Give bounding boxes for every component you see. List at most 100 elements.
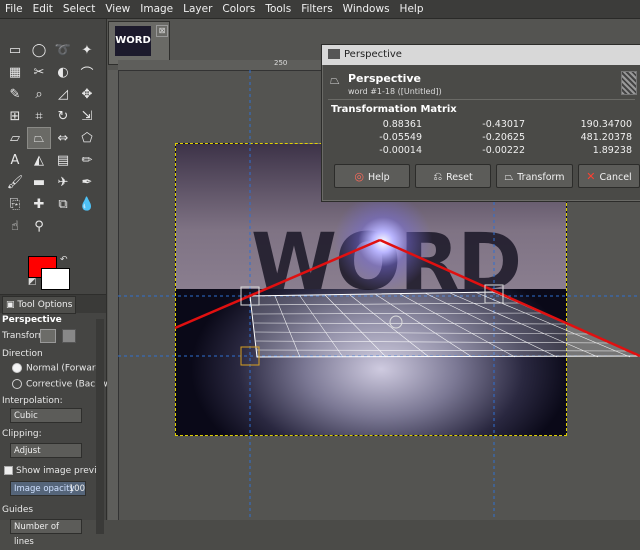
ellipse-select-icon[interactable]: ◯: [27, 39, 51, 61]
image-opacity-slider[interactable]: Image opacity 100: [10, 481, 86, 496]
rect-select-icon[interactable]: ▭: [3, 39, 27, 61]
text-icon[interactable]: A: [3, 149, 27, 171]
dialog-subheading: word #1-18 ([Untitled]): [348, 87, 442, 96]
cancel-icon: ✕: [586, 170, 596, 183]
menu-colors[interactable]: Colors: [217, 0, 260, 18]
show-preview-checkbox[interactable]: Show image previe: [4, 466, 102, 476]
dodge-burn-icon[interactable]: ⚲: [27, 215, 51, 237]
move-icon[interactable]: ✥: [75, 83, 99, 105]
matrix-cell: 190.34700: [580, 119, 632, 130]
reset-button[interactable]: ⎌ Reset: [415, 164, 491, 188]
swap-colors-icon[interactable]: ↶: [60, 255, 68, 265]
interpolation-label: Interpolation:: [2, 396, 63, 406]
gradient-icon[interactable]: ▤: [51, 149, 75, 171]
transform-layer-icon[interactable]: [40, 329, 56, 343]
ruler-mark: 250: [274, 59, 288, 67]
matrix-cell: 481.20378: [580, 132, 632, 143]
image-thumbnail: WORD: [115, 26, 151, 56]
matrix-cell: -0.00014: [379, 145, 422, 156]
clone-icon[interactable]: ⎘: [3, 193, 27, 215]
shear-icon[interactable]: ▱: [3, 127, 27, 149]
help-lifebuoy-icon: ◎: [354, 170, 364, 183]
image-tab[interactable]: WORD ⊠: [108, 21, 170, 65]
fuzzy-select-icon[interactable]: ✦: [75, 39, 99, 61]
matrix-cell: 0.88361: [382, 119, 422, 130]
menu-tools[interactable]: Tools: [260, 0, 296, 18]
default-colors-icon[interactable]: ◩: [28, 277, 37, 287]
scale-icon[interactable]: ⇲: [75, 105, 99, 127]
dialog-app-icon: [328, 49, 340, 59]
align-icon[interactable]: ⊞: [3, 105, 27, 127]
menu-bar: File Edit Select View Image Layer Colors…: [0, 0, 640, 19]
reset-icon: ⎌: [433, 170, 443, 183]
perspective-tool-icon: ⏢: [330, 73, 340, 87]
menu-help[interactable]: Help: [395, 0, 429, 18]
guides-label: Guides: [2, 505, 34, 515]
vertical-ruler[interactable]: [108, 70, 119, 520]
menu-layer[interactable]: Layer: [178, 0, 217, 18]
tool-options-tabs: ▣ Tool Options: [0, 294, 106, 314]
image-preview-icon: [621, 71, 637, 95]
cancel-button[interactable]: ✕ Cancel: [578, 164, 640, 188]
matrix-title: Transformation Matrix: [331, 104, 457, 115]
paths-icon[interactable]: ⌒: [75, 61, 99, 83]
matrix-cell: -0.43017: [482, 119, 525, 130]
perspective-icon: ⏢: [504, 170, 514, 183]
clipping-select[interactable]: Adjust: [10, 443, 82, 458]
menu-windows[interactable]: Windows: [338, 0, 395, 18]
help-button[interactable]: ◎ Help: [334, 164, 410, 188]
clipping-label: Clipping:: [2, 429, 42, 439]
eraser-icon[interactable]: ▬: [27, 171, 51, 193]
cage-icon[interactable]: ⬠: [75, 127, 99, 149]
perspective-icon[interactable]: ⏢: [27, 127, 51, 149]
perspective-clone-icon[interactable]: ⧉: [51, 193, 75, 215]
menu-edit[interactable]: Edit: [28, 0, 58, 18]
direction-corrective-radio[interactable]: Corrective (Backw: [12, 379, 108, 390]
flip-icon[interactable]: ⇔: [51, 127, 75, 149]
zoom-icon[interactable]: ⌕: [27, 83, 51, 105]
free-select-icon[interactable]: ➰: [51, 39, 75, 61]
tab-tool-options[interactable]: ▣ Tool Options: [2, 296, 77, 314]
tool-options-scrollbar[interactable]: [96, 319, 104, 534]
menu-view[interactable]: View: [100, 0, 135, 18]
scissors-icon[interactable]: ✂: [27, 61, 51, 83]
menu-file[interactable]: File: [0, 0, 28, 18]
matrix-cell: 1.89238: [592, 145, 632, 156]
direction-normal-radio[interactable]: Normal (Forward: [12, 363, 101, 374]
dialog-titlebar[interactable]: Perspective: [322, 45, 640, 65]
matrix-cell: -0.05549: [379, 132, 422, 143]
menu-select[interactable]: Select: [58, 0, 100, 18]
color-picker-icon[interactable]: ✎: [3, 83, 27, 105]
paintbrush-icon[interactable]: 🖌: [3, 171, 27, 193]
matrix-cell: -0.00222: [482, 145, 525, 156]
tool-options-icon: ▣: [6, 300, 18, 310]
airbrush-icon[interactable]: ✈: [51, 171, 75, 193]
image-floor: [176, 289, 566, 435]
close-tab-icon[interactable]: ⊠: [156, 25, 168, 37]
color-select-icon[interactable]: ▦: [3, 61, 27, 83]
interpolation-select[interactable]: Cubic: [10, 408, 82, 423]
tool-name-label: Perspective: [2, 315, 62, 325]
measure-icon[interactable]: ◿: [51, 83, 75, 105]
guides-select[interactable]: Number of lines: [10, 519, 82, 547]
heal-icon[interactable]: ✚: [27, 193, 51, 215]
menu-filters[interactable]: Filters: [296, 0, 337, 18]
crop-icon[interactable]: ⌗: [27, 105, 51, 127]
transform-selection-icon[interactable]: [62, 329, 76, 343]
menu-image[interactable]: Image: [135, 0, 178, 18]
background-color-swatch[interactable]: [41, 268, 70, 290]
ink-icon[interactable]: ✒: [75, 171, 99, 193]
smudge-icon[interactable]: ☝: [3, 215, 27, 237]
radio-on-icon: [12, 363, 22, 373]
lens-flare: [333, 192, 433, 292]
foreground-select-icon[interactable]: ◐: [51, 61, 75, 83]
dialog-separator: [328, 99, 635, 100]
transform-button[interactable]: ⏢ Transform: [496, 164, 573, 188]
rotate-icon[interactable]: ↻: [51, 105, 75, 127]
checkbox-checked-icon: [4, 466, 13, 475]
direction-label: Direction: [2, 349, 43, 359]
bucket-fill-icon[interactable]: ◭: [27, 149, 51, 171]
pencil-icon[interactable]: ✏: [75, 149, 99, 171]
blur-icon[interactable]: 💧: [75, 193, 99, 215]
toolbox-panel: ▭ ◯ ➰ ✦ ▦ ✂ ◐ ⌒ ✎ ⌕ ◿ ✥ ⊞ ⌗ ↻ ⇲ ▱ ⏢ ⇔ ⬠ …: [0, 19, 108, 547]
